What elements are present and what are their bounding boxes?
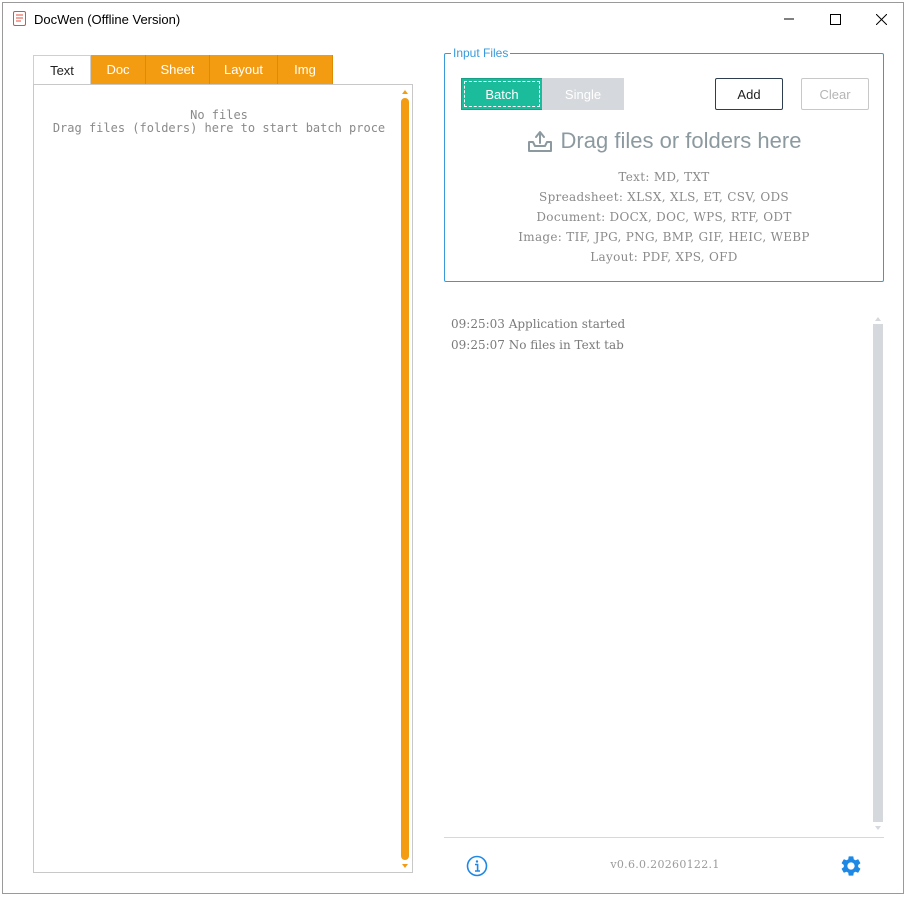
minimize-icon — [784, 18, 794, 20]
close-button[interactable] — [858, 3, 904, 35]
supported-formats: Text: MD, TXT Spreadsheet: XLSX, XLS, ET… — [445, 167, 883, 267]
log-panel[interactable]: 09:25:03 Application started 09:25:07 No… — [444, 312, 884, 834]
file-list-empty-state: No files Drag files (folders) here to st… — [34, 109, 404, 135]
maximize-button[interactable] — [812, 3, 858, 35]
format-image: Image: TIF, JPG, PNG, BMP, GIF, HEIC, WE… — [518, 230, 810, 244]
minimize-button[interactable] — [766, 3, 812, 35]
category-tabs: Text Doc Sheet Layout Img — [33, 55, 333, 85]
scroll-up-arrow-icon[interactable] — [402, 90, 408, 94]
gear-icon[interactable] — [839, 854, 863, 878]
drop-zone-title: Drag files or folders here — [445, 128, 883, 154]
maximize-icon — [829, 13, 841, 25]
empty-hint: Drag files (folders) here to start batch… — [52, 121, 386, 135]
scroll-down-arrow-icon[interactable] — [402, 864, 408, 868]
log-scrollbar[interactable] — [872, 314, 884, 832]
tab-sheet[interactable]: Sheet — [146, 55, 210, 84]
file-list-panel[interactable]: No files Drag files (folders) here to st… — [33, 84, 413, 873]
log-entry: 09:25:03 Application started — [451, 317, 626, 331]
input-files-group[interactable]: Input Files Batch Single Add Clear Drag … — [444, 46, 884, 282]
file-list-scrollbar[interactable] — [399, 86, 411, 871]
title-bar[interactable]: DocWen (Offline Version) — [3, 3, 903, 35]
format-document: Document: DOCX, DOC, WPS, RTF, ODT — [536, 210, 792, 224]
app-logo-icon — [13, 11, 26, 26]
tab-text[interactable]: Text — [33, 55, 91, 85]
clear-button[interactable]: Clear — [801, 78, 869, 110]
scrollbar-thumb[interactable] — [401, 98, 409, 860]
info-icon[interactable] — [466, 855, 488, 877]
tab-doc[interactable]: Doc — [91, 55, 146, 84]
drop-zone-text: Drag files or folders here — [560, 128, 802, 153]
format-layout: Layout: PDF, XPS, OFD — [590, 250, 738, 264]
single-mode-button[interactable]: Single — [542, 78, 624, 110]
input-files-legend: Input Files — [451, 46, 511, 60]
batch-mode-button[interactable]: Batch — [461, 78, 543, 110]
tab-layout[interactable]: Layout — [210, 55, 278, 84]
scroll-down-arrow-icon[interactable] — [875, 826, 881, 830]
upload-tray-icon — [527, 131, 552, 152]
window-title: DocWen (Offline Version) — [34, 12, 181, 27]
add-button[interactable]: Add — [715, 78, 783, 110]
tab-img[interactable]: Img — [278, 55, 333, 84]
version-label: v0.6.0.20260122.1 — [610, 858, 720, 871]
scrollbar-thumb[interactable] — [873, 324, 883, 822]
footer-divider — [444, 837, 884, 838]
format-text: Text: MD, TXT — [618, 170, 710, 184]
scroll-up-arrow-icon[interactable] — [875, 317, 881, 321]
log-entry: 09:25:07 No files in Text tab — [451, 338, 624, 352]
format-spreadsheet: Spreadsheet: XLSX, XLS, ET, CSV, ODS — [539, 190, 789, 204]
close-icon — [875, 13, 887, 25]
